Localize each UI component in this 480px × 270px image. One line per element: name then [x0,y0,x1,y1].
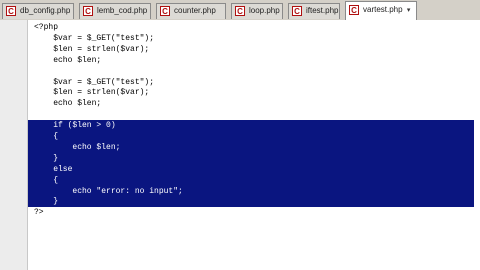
code-line[interactable] [28,66,474,77]
tab-label: lemb_cod.php [97,6,148,15]
code-line[interactable]: echo "error: no input"; [28,185,474,197]
tab-label: loop.php [249,6,280,15]
php-file-icon: C [349,5,359,15]
code-line[interactable]: else [28,163,474,175]
code-line[interactable]: $var = $_GET("test"); [28,77,474,88]
chevron-down-icon[interactable]: ▾ [407,7,411,14]
tab-lemb-cod[interactable]: C lemb_cod.php [79,3,151,19]
code-line[interactable]: $var = $_GET("test"); [28,33,474,44]
code-line[interactable]: echo $len; [28,55,474,66]
code-line[interactable]: { [28,174,474,186]
php-file-icon: C [292,6,302,16]
code-line[interactable]: echo $len; [28,141,474,153]
code-line[interactable]: ?> [28,207,474,218]
tab-label: iftest.php [306,6,339,15]
line-gutter [0,20,28,270]
tab-loop[interactable]: C loop.php [231,3,283,19]
tab-label: counter.php [174,6,216,15]
code-line[interactable]: } [28,196,474,208]
tab-db-config[interactable]: C db_config.php [2,3,74,19]
code-line[interactable]: echo $len; [28,98,474,109]
code-line[interactable] [28,109,474,120]
tab-label: db_config.php [20,6,71,15]
file-tab-bar: C db_config.php C lemb_cod.php C counter… [0,0,480,21]
code-line[interactable]: if ($len > 0) [28,120,474,132]
php-file-icon: C [160,6,170,16]
tab-vartest[interactable]: C vartest.php ▾ [345,1,417,20]
code-editor[interactable]: <?php $var = $_GET("test"); $len = strle… [0,20,480,270]
code-line[interactable]: $len = strlen($var); [28,44,474,55]
tab-counter[interactable]: C counter.php [156,3,226,19]
code-line[interactable]: } [28,152,474,164]
tab-label: vartest.php [363,5,403,14]
php-file-icon: C [6,6,16,16]
php-file-icon: C [235,6,245,16]
code-line[interactable]: { [28,131,474,142]
code-line[interactable]: <?php [28,22,474,33]
tab-iftest[interactable]: C iftest.php [288,3,340,19]
code-line[interactable]: $len = strlen($var); [28,87,474,98]
php-file-icon: C [83,6,93,16]
